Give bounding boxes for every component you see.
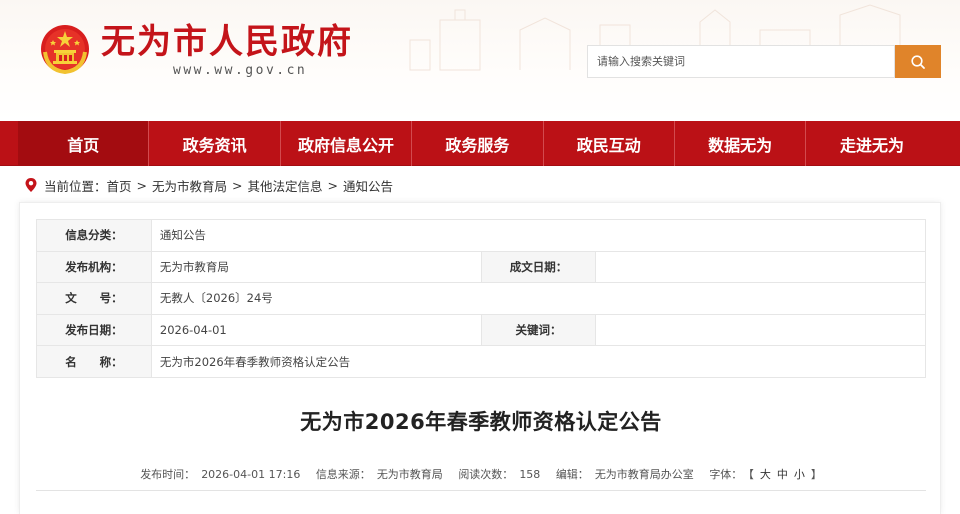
pubtime-label: 发布时间： [140, 468, 196, 481]
breadcrumb-home[interactable]: 首页 [107, 176, 132, 195]
editor: 编辑： 无为市教育局办公室 [553, 468, 697, 481]
nav-item-interaction[interactable]: 政民互动 [544, 121, 675, 166]
doc-number-value: 无教人〔2026〕24号 [150, 282, 927, 315]
nav-item-services[interactable]: 政务服务 [412, 121, 544, 166]
font-bracket-close: 】 [810, 468, 822, 481]
table-row: 文 号： 无教人〔2026〕24号 [36, 282, 927, 315]
font-small-button[interactable]: 小 [794, 468, 805, 481]
nav-item-about[interactable]: 走进无为 [806, 121, 937, 166]
breadcrumb-prefix: 当前位置： [44, 178, 107, 194]
publish-date-label: 发布日期： [36, 313, 152, 347]
breadcrumb-other-info[interactable]: 其他法定信息 [248, 176, 323, 195]
source-label: 信息来源： [315, 468, 371, 481]
category-value: 通知公告 [150, 219, 927, 252]
nav-item-home[interactable]: 首页 [18, 121, 150, 166]
font-size-label: 字体： [709, 468, 743, 481]
breadcrumb-edu-bureau[interactable]: 无为市教育局 [152, 176, 227, 195]
article-info: 发布时间： 2026-04-01 17:16 信息来源： 无为市教育局 阅读次数： 1… [20, 466, 942, 482]
breadcrumb-notice[interactable]: 通知公告 [343, 176, 393, 195]
content-panel: 信息分类： 通知公告 发布机构： 无为市教育局 成文日期： 文 号： 无教人〔2… [19, 202, 941, 514]
location-pin-icon [25, 178, 37, 192]
publisher-value: 无为市教育局 [150, 250, 482, 284]
editor-value: 无为市教育局办公室 [594, 468, 694, 481]
font-large-button[interactable]: 大 [760, 468, 771, 481]
nav-item-news[interactable]: 政务资讯 [149, 121, 281, 166]
metadata-table: 信息分类： 通知公告 发布机构： 无为市教育局 成文日期： 文 号： 无教人〔2… [36, 219, 927, 378]
font-size-control: 字体： 【大中小】 [706, 468, 825, 481]
pubtime-value: 2026-04-01 17:16 [201, 468, 301, 481]
doc-number-label: 文 号： [36, 282, 152, 315]
views-label: 阅读次数： [458, 468, 514, 481]
breadcrumb-separator: > [327, 177, 339, 193]
source-value: 无为市教育局 [376, 468, 443, 481]
table-row: 名 称： 无为市2026年春季教师资格认定公告 [36, 345, 927, 378]
divider [36, 490, 926, 491]
search-input[interactable] [588, 46, 894, 77]
name-value: 无为市2026年春季教师资格认定公告 [150, 345, 927, 378]
breadcrumb-separator: > [136, 177, 148, 193]
source: 信息来源： 无为市教育局 [313, 468, 446, 481]
name-label: 名 称： [36, 345, 152, 378]
table-row: 信息分类： 通知公告 [36, 219, 927, 252]
keywords-label: 关键词： [480, 313, 597, 347]
category-label: 信息分类： [36, 219, 152, 252]
search-icon [911, 54, 925, 69]
created-date-value [595, 250, 926, 284]
search-box [587, 45, 895, 78]
national-emblem-icon [41, 25, 89, 75]
article-title: 无为市2026年春季教师资格认定公告 [300, 410, 662, 434]
main-nav: 首页 政务资讯 政府信息公开 政务服务 政民互动 数据无为 走进无为 [0, 121, 960, 166]
breadcrumb-separator: > [232, 177, 243, 193]
site-domain: www.ww.gov.cn [173, 63, 308, 78]
search-button[interactable] [895, 45, 941, 78]
table-row: 发布日期： 2026-04-01 关键词： [36, 313, 926, 347]
site-header: 无为市人民政府 www.ww.gov.cn [0, 0, 960, 121]
site-title: 无为市人民政府 [101, 22, 353, 62]
publisher-label: 发布机构： [36, 250, 152, 284]
editor-label: 编辑： [555, 468, 589, 481]
pubtime: 发布时间： 2026-04-01 17:16 [137, 468, 303, 481]
created-date-label: 成文日期： [480, 250, 597, 284]
keywords-value [595, 313, 926, 347]
views: 阅读次数： 158 [455, 468, 543, 481]
font-medium-button[interactable]: 中 [777, 468, 788, 481]
breadcrumb: 当前位置： 首页 > 无为市教育局 > 其他法定信息 > 通知公告 [24, 175, 393, 195]
font-bracket-open: 【 [748, 468, 754, 481]
nav-item-data[interactable]: 数据无为 [675, 121, 807, 166]
table-row: 发布机构： 无为市教育局 成文日期： [36, 250, 926, 284]
nav-item-disclosure[interactable]: 政府信息公开 [281, 121, 413, 166]
views-value: 158 [519, 468, 541, 481]
publish-date-value: 2026-04-01 [150, 313, 482, 347]
